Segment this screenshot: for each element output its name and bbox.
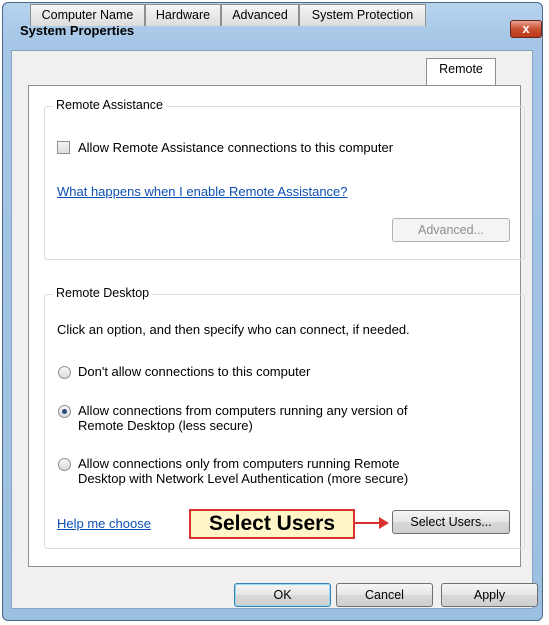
remote-assistance-help-link[interactable]: What happens when I enable Remote Assist… bbox=[57, 184, 348, 199]
remote-desktop-group-label: Remote Desktop bbox=[53, 286, 153, 300]
help-me-choose-link[interactable]: Help me choose bbox=[57, 516, 151, 531]
tab-computer-name[interactable]: Computer Name bbox=[30, 4, 145, 26]
cancel-button[interactable]: Cancel bbox=[336, 583, 433, 607]
select-users-button[interactable]: Select Users... bbox=[392, 510, 510, 534]
tab-advanced[interactable]: Advanced bbox=[221, 4, 299, 26]
tab-system-protection[interactable]: System Protection bbox=[299, 4, 426, 26]
remote-desktop-instruction: Click an option, and then specify who ca… bbox=[57, 322, 410, 337]
callout-arrow-head bbox=[379, 517, 389, 529]
close-button[interactable]: x bbox=[510, 20, 542, 38]
allow-any-version-label-line1: Allow connections from computers running… bbox=[78, 403, 408, 418]
allow-nla-only-label-line1: Allow connections only from computers ru… bbox=[78, 456, 400, 471]
select-users-callout: Select Users bbox=[189, 509, 355, 539]
allow-any-version-label: Allow connections from computers running… bbox=[78, 403, 408, 433]
tab-remote[interactable]: Remote bbox=[426, 58, 496, 85]
allow-remote-assistance-checkbox[interactable] bbox=[57, 141, 70, 154]
dont-allow-connections-label: Don't allow connections to this computer bbox=[78, 364, 311, 379]
dont-allow-connections-radio[interactable] bbox=[58, 366, 71, 379]
callout-arrow-line bbox=[355, 522, 381, 524]
allow-nla-only-radio[interactable] bbox=[58, 458, 71, 471]
ok-button[interactable]: OK bbox=[234, 583, 331, 607]
allow-any-version-label-line2: Remote Desktop (less secure) bbox=[78, 418, 253, 433]
advanced-button[interactable]: Advanced... bbox=[392, 218, 510, 242]
tab-hardware[interactable]: Hardware bbox=[145, 4, 221, 26]
allow-any-version-radio[interactable] bbox=[58, 405, 71, 418]
allow-remote-assistance-label: Allow Remote Assistance connections to t… bbox=[78, 140, 394, 155]
apply-button[interactable]: Apply bbox=[441, 583, 538, 607]
allow-nla-only-label-line2: Desktop with Network Level Authenticatio… bbox=[78, 471, 409, 486]
allow-nla-only-label: Allow connections only from computers ru… bbox=[78, 456, 408, 486]
remote-assistance-group-label: Remote Assistance bbox=[53, 98, 166, 112]
